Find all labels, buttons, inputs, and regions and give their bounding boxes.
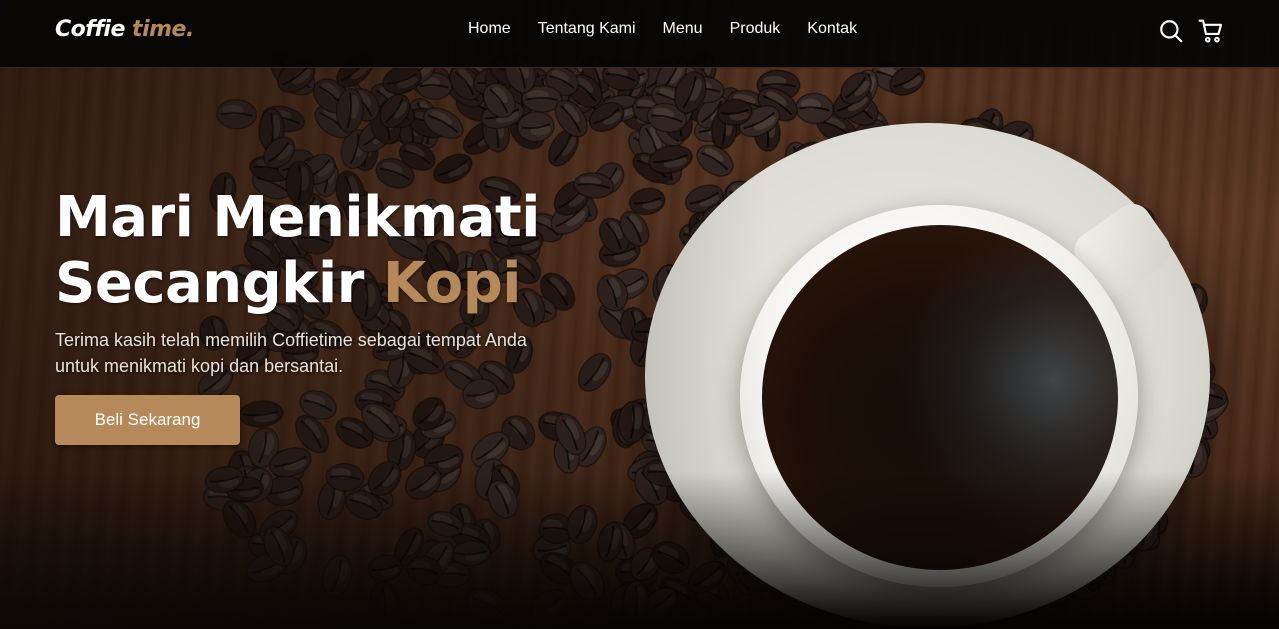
navbar: Coffie time. Home Tentang Kami Menu Prod…	[0, 0, 1279, 68]
headline-line-2: Secangkir	[55, 251, 364, 316]
nav-icons	[1158, 18, 1224, 44]
hero-headline: Mari Menikmati Secangkir Kopi	[55, 185, 615, 317]
brand-logo[interactable]: Coffie time.	[55, 17, 194, 42]
nav-link-produk[interactable]: Produk	[730, 20, 781, 38]
buy-now-button[interactable]: Beli Sekarang	[55, 395, 240, 445]
nav-link-kontak[interactable]: Kontak	[807, 20, 857, 38]
hero-subtext: Terima kasih telah memilih Coffietime se…	[55, 330, 527, 376]
search-icon[interactable]	[1158, 18, 1184, 44]
headline-line-1: Mari Menikmati	[55, 185, 540, 250]
coffee-surface-image	[762, 225, 1118, 570]
brand-name-accent: time.	[132, 17, 194, 42]
nav-link-tentang-kami[interactable]: Tentang Kami	[538, 20, 636, 38]
nav-link-home[interactable]: Home	[468, 20, 511, 38]
nav-links: Home Tentang Kami Menu Produk Kontak	[468, 20, 857, 38]
nav-link-menu[interactable]: Menu	[663, 20, 703, 38]
shopping-cart-icon[interactable]	[1198, 18, 1224, 44]
brand-name: Coffie	[55, 17, 125, 42]
hero-content: Mari Menikmati Secangkir Kopi Terima kas…	[55, 185, 615, 445]
headline-accent: Kopi	[382, 251, 522, 316]
